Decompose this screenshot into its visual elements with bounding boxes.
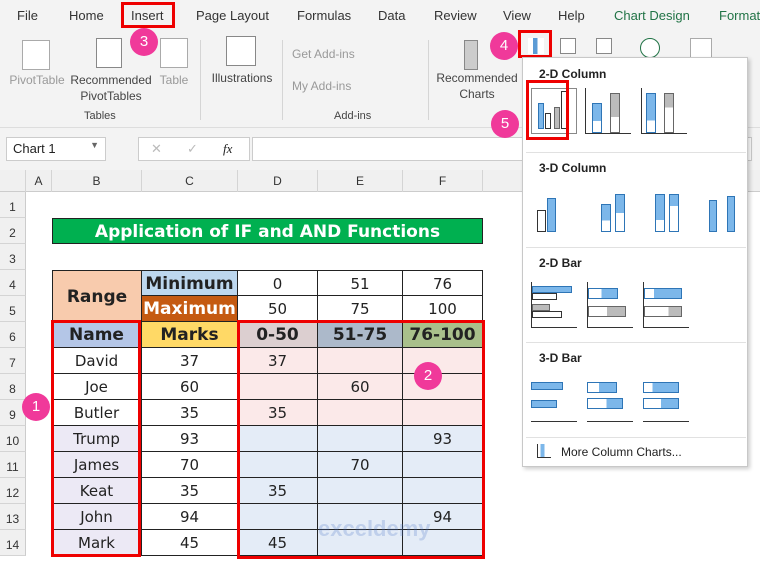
row-header-2[interactable]: 2 [0, 218, 26, 244]
3d-100-stacked-bar-option[interactable] [643, 376, 689, 422]
row-header-10[interactable]: 10 [0, 426, 26, 452]
marks-cell[interactable]: 35 [142, 400, 238, 426]
column-chart-icon [537, 444, 551, 458]
3d-stacked-column-option[interactable] [589, 186, 635, 232]
divider [526, 247, 746, 248]
header-marks: Marks [142, 322, 238, 348]
maximum-value: 50 [238, 296, 318, 322]
stacked-column-option[interactable] [585, 88, 631, 134]
column-chart-dropdown: 2-D Column 3-D Column 2-D Bar 3-D Bar Mo… [491, 57, 748, 467]
clustered-bar-option[interactable] [531, 282, 577, 328]
marks-cell[interactable]: 35 [142, 478, 238, 504]
divider [526, 437, 746, 438]
row-header-7[interactable]: 7 [0, 348, 26, 374]
100-stacked-column-option[interactable] [641, 88, 687, 134]
marks-cell[interactable]: 45 [142, 530, 238, 556]
row-header-3[interactable]: 3 [0, 244, 26, 270]
divider [526, 342, 746, 343]
sheet-title: Application of IF and AND Functions [52, 218, 483, 244]
marks-cell[interactable]: 70 [142, 452, 238, 478]
step-badge-1: 1 [22, 393, 50, 421]
marks-cell[interactable]: 94 [142, 504, 238, 530]
maximum-value: 75 [318, 296, 403, 322]
maximum-value: 100 [403, 296, 483, 322]
highlight-name-column [51, 320, 141, 557]
100-stacked-bar-option[interactable] [643, 282, 689, 328]
divider [526, 152, 746, 153]
marks-cell[interactable]: 93 [142, 426, 238, 452]
stacked-bar-option[interactable] [587, 282, 633, 328]
step-badge-5: 5 [491, 110, 519, 138]
minimum-label: Minimum [142, 270, 238, 296]
3d-100-stacked-column-option[interactable] [645, 186, 691, 232]
step-badge-3: 3 [130, 28, 158, 56]
marks-cell[interactable]: 60 [142, 374, 238, 400]
3d-clustered-bar-option[interactable] [531, 376, 577, 422]
minimum-value: 51 [318, 270, 403, 296]
row-header-12[interactable]: 12 [0, 478, 26, 504]
watermark-logo: exceldemy [318, 516, 431, 541]
row-header-1[interactable]: 1 [0, 192, 26, 218]
step-badge-4: 4 [490, 32, 518, 60]
maximum-label: Maximum [142, 296, 238, 322]
3d-clustered-column-option[interactable] [533, 186, 579, 232]
more-column-charts-link[interactable]: More Column Charts... [561, 445, 682, 459]
section-3d-bar: 3-D Bar [539, 351, 582, 365]
section-2d-column: 2-D Column [539, 67, 607, 81]
3d-column-option[interactable] [699, 186, 745, 232]
minimum-value: 0 [238, 270, 318, 296]
row-header-8[interactable]: 8 [0, 374, 26, 400]
section-3d-column: 3-D Column [539, 161, 607, 175]
highlight-clustered-column [526, 80, 569, 140]
row-header-6[interactable]: 6 [0, 322, 26, 348]
section-2d-bar: 2-D Bar [539, 256, 582, 270]
row-header-4[interactable]: 4 [0, 270, 26, 296]
3d-stacked-bar-option[interactable] [587, 376, 633, 422]
minimum-value: 76 [403, 270, 483, 296]
row-header-11[interactable]: 11 [0, 452, 26, 478]
row-header-5[interactable]: 5 [0, 296, 26, 322]
range-label: Range [52, 270, 142, 322]
step-badge-2: 2 [414, 362, 442, 390]
marks-cell[interactable]: 37 [142, 348, 238, 374]
row-header-14[interactable]: 14 [0, 530, 26, 556]
row-header-13[interactable]: 13 [0, 504, 26, 530]
